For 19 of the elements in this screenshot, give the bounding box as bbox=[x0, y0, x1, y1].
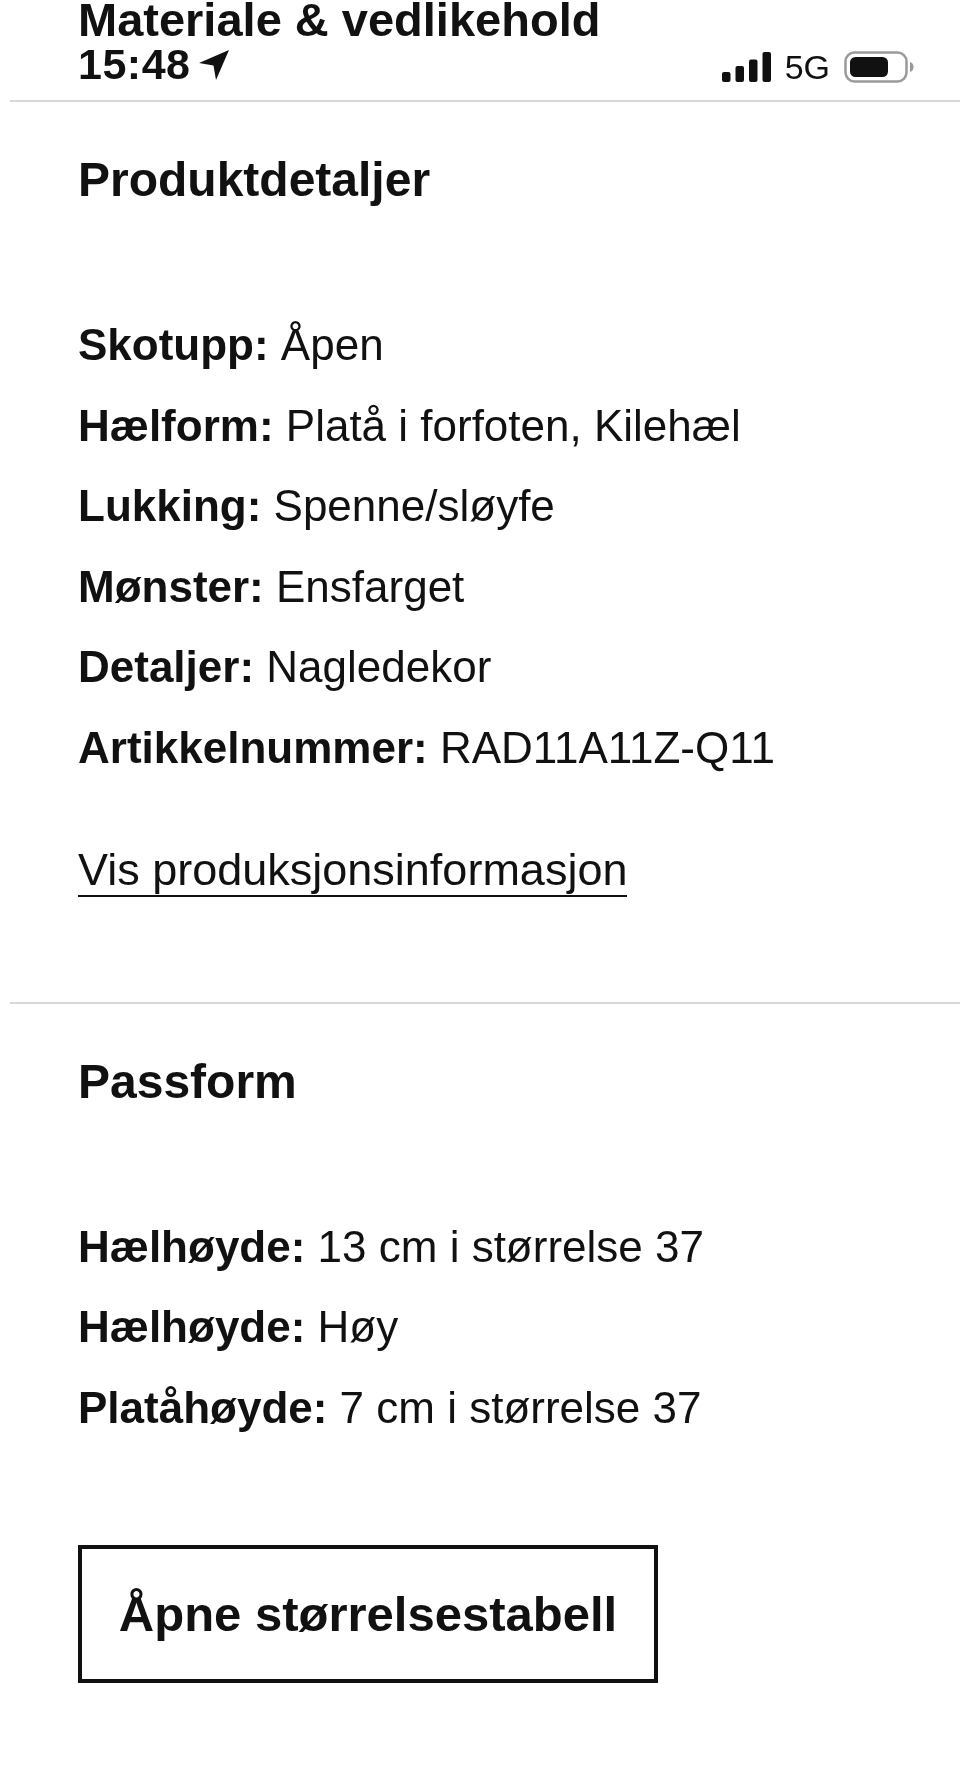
network-label: 5G bbox=[784, 50, 830, 84]
production-info-link[interactable]: Vis produksjonsinformasjon bbox=[78, 844, 628, 897]
size-chart-button[interactable]: Åpne størrelsestabell bbox=[78, 1545, 658, 1684]
location-arrow-icon bbox=[198, 49, 231, 81]
time-text: 15:48 bbox=[78, 40, 191, 88]
detail-line: Artikkelnummer: RAD11A11Z-Q11 bbox=[78, 721, 775, 774]
section-title: Produktdetaljer bbox=[78, 152, 431, 208]
detail-line: Skotupp: Åpen bbox=[78, 319, 384, 371]
battery-icon bbox=[844, 51, 914, 83]
detail-line: Hælhøyde: Høy bbox=[78, 1301, 399, 1354]
signal-icon bbox=[721, 52, 771, 82]
detail-line: Hælhøyde: 13 cm i størrelse 37 bbox=[78, 1220, 704, 1273]
section-title: Passform bbox=[78, 1053, 297, 1110]
detail-line: Platåhøyde: 7 cm i størrelse 37 bbox=[78, 1381, 702, 1434]
detail-line: Lukking: Spenne/sløyfe bbox=[78, 480, 555, 533]
detail-line: Detaljer: Nagledekor bbox=[78, 641, 492, 694]
detail-line: Mønster: Ensfarget bbox=[78, 560, 465, 613]
header-title: Materiale & vedlikehold bbox=[78, 0, 601, 40]
detail-line: Hælform: Platå i forfoten, Kilehæl bbox=[78, 399, 741, 452]
